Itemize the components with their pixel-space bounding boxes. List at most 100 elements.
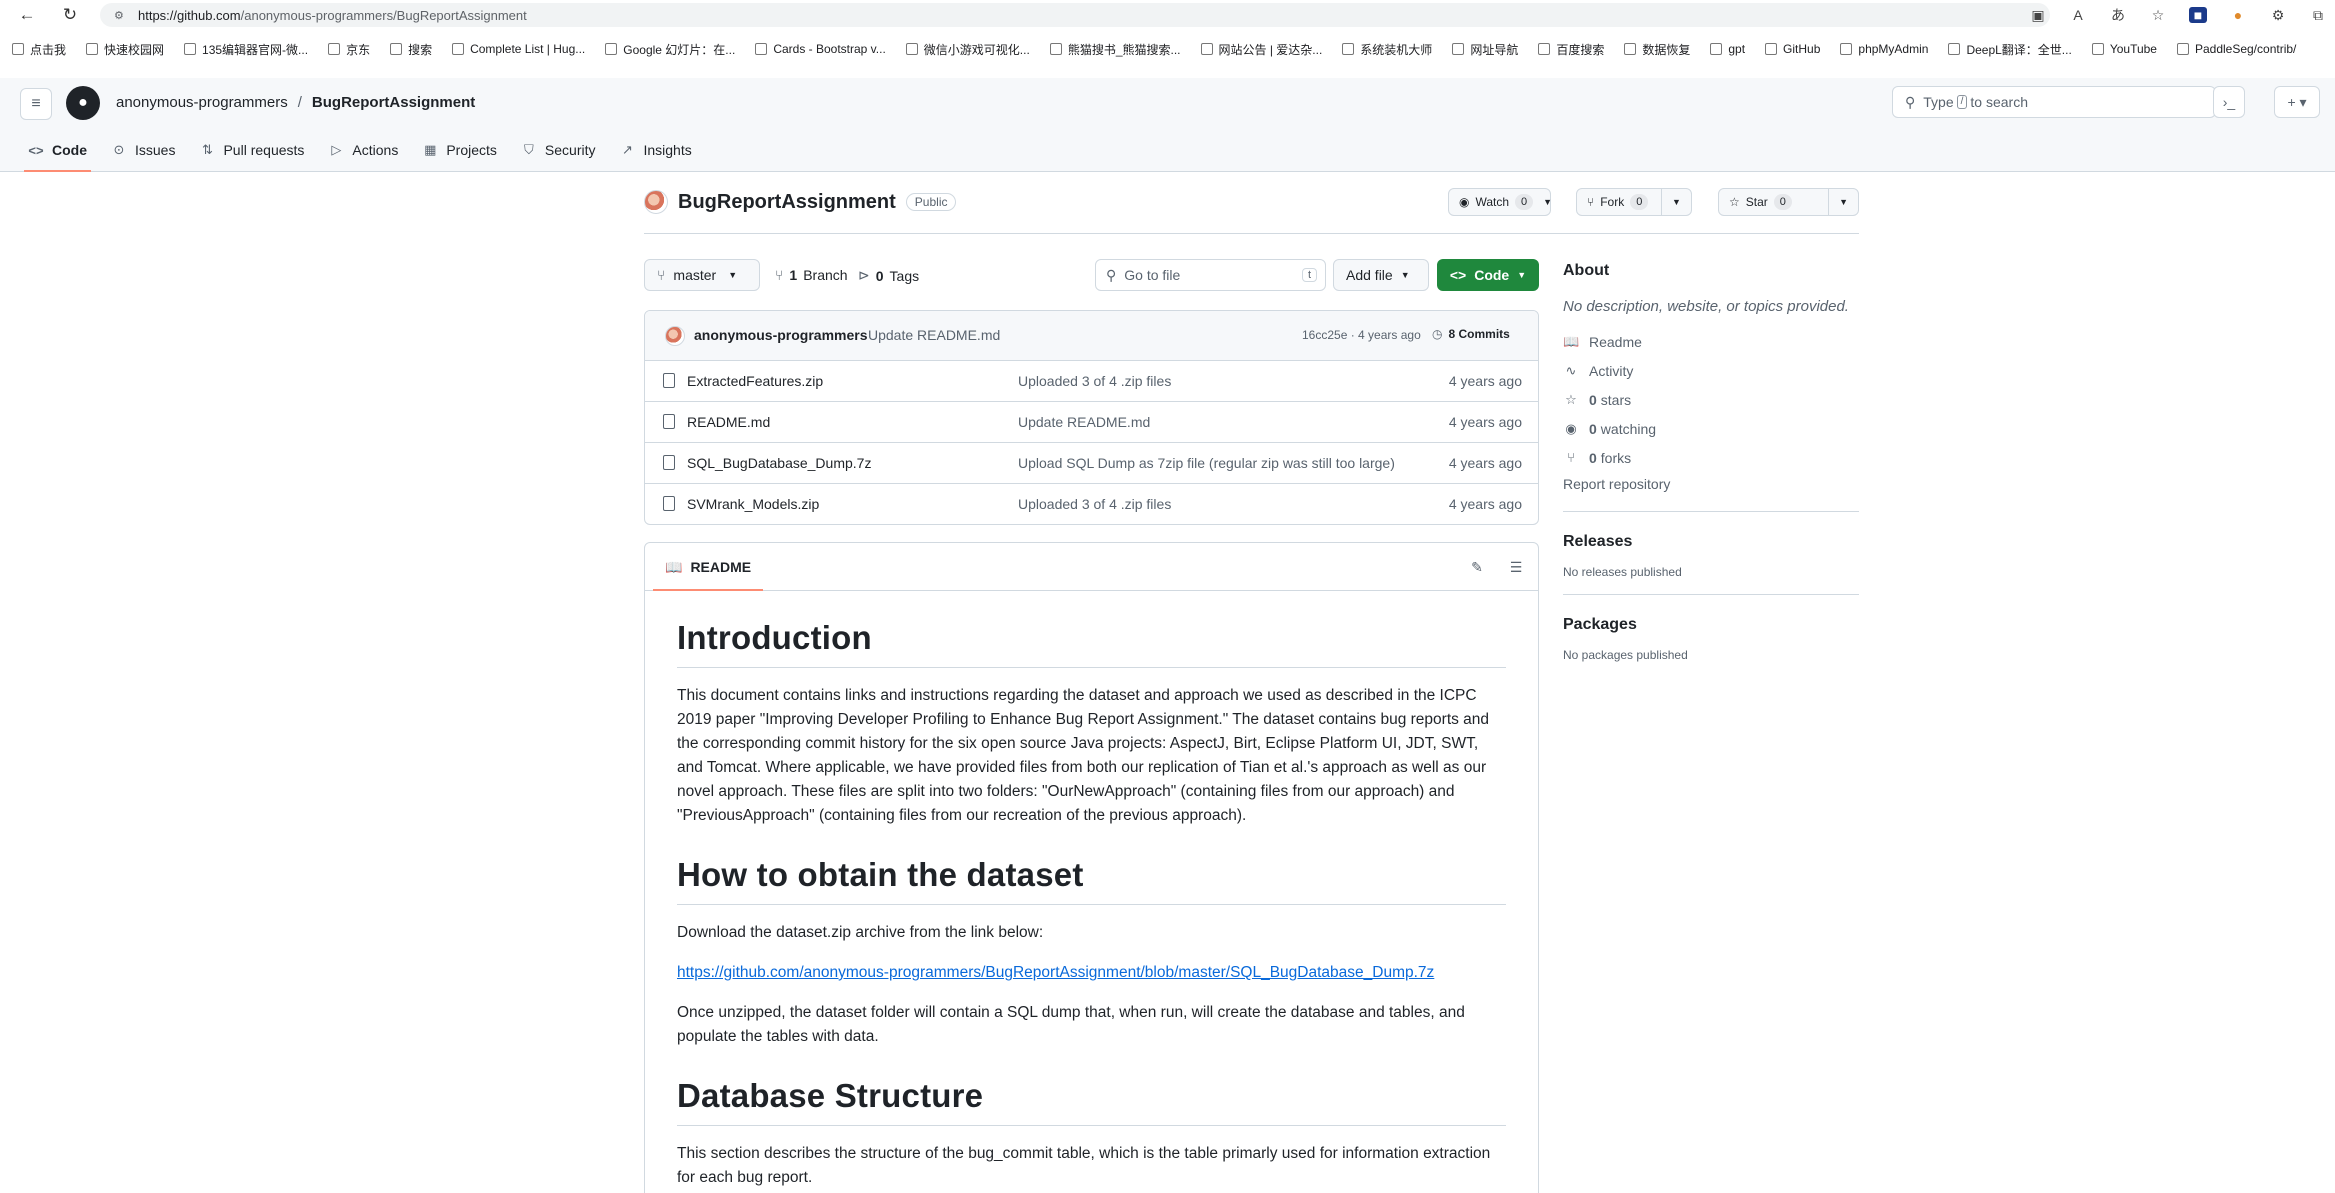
read-aloud-icon[interactable]: A: [2069, 7, 2087, 23]
bookmark-item[interactable]: YouTube: [2091, 42, 2157, 56]
pencil-icon[interactable]: ✎: [1467, 557, 1487, 577]
file-commit-message[interactable]: Uploaded 3 of 4 .zip files: [1018, 496, 1171, 512]
go-to-file-placeholder: Go to file: [1124, 267, 1181, 283]
bookmark-item[interactable]: 数据恢复: [1624, 41, 1690, 58]
bookmark-item[interactable]: Complete List | Hug...: [452, 42, 585, 56]
file-list: ExtractedFeatures.zip Uploaded 3 of 4 .zi…: [645, 361, 1538, 524]
address-bar[interactable]: ⚙ https://github.com/anonymous-programme…: [100, 3, 2050, 27]
bookmark-item[interactable]: Google 幻灯片：在...: [605, 41, 735, 58]
file-name-link[interactable]: SQL_BugDatabase_Dump.7z: [687, 455, 871, 471]
bookmark-item[interactable]: Cards - Bootstrap v...: [755, 42, 886, 56]
bookmark-icon: [1049, 43, 1062, 55]
repo-link[interactable]: BugReportAssignment: [312, 94, 475, 111]
bookmark-item[interactable]: GitHub: [1765, 42, 1820, 56]
split-screen-icon[interactable]: ⧉: [2309, 7, 2327, 24]
bookmark-item[interactable]: 系统装机大师: [1342, 41, 1432, 58]
create-new-button[interactable]: + ▾: [2274, 86, 2320, 118]
bookmark-item[interactable]: 搜索: [390, 41, 432, 58]
report-repository-link[interactable]: Report repository: [1563, 472, 1859, 496]
site-info-icon[interactable]: ⚙: [114, 9, 126, 22]
tags-link[interactable]: ⊳ 0 Tags: [858, 267, 919, 284]
file-name-link[interactable]: SVMrank_Models.zip: [687, 496, 819, 512]
bookmark-item[interactable]: 点击我: [12, 41, 66, 58]
chevron-down-icon[interactable]: ▼: [1543, 189, 1552, 215]
fork-count: 0: [1630, 194, 1649, 210]
add-file-label: Add file: [1346, 267, 1393, 283]
bookmark-label: 系统装机大师: [1360, 42, 1433, 57]
repo-name[interactable]: BugReportAssignment: [678, 191, 896, 214]
reload-icon[interactable]: ↻: [55, 2, 85, 28]
dataset-link[interactable]: https://github.com/anonymous-programmers…: [677, 964, 1434, 981]
code-button[interactable]: <> Code ▼: [1437, 259, 1539, 291]
bookmark-item[interactable]: 135编辑器官网-微...: [184, 41, 308, 58]
no-packages-text: No packages published: [1563, 648, 1688, 662]
packages-heading[interactable]: Packages: [1563, 616, 1859, 634]
file-name-link[interactable]: ExtractedFeatures.zip: [687, 373, 823, 389]
tab-security[interactable]: ⛉ Security: [509, 128, 608, 172]
star-button[interactable]: ☆ Star 0: [1719, 189, 1828, 215]
search-input[interactable]: ⚲ Type / to search: [1892, 86, 2216, 118]
back-icon[interactable]: ←: [12, 2, 42, 28]
menu-icon[interactable]: ≡: [20, 88, 52, 120]
outline-list-icon[interactable]: ☰: [1506, 557, 1526, 577]
github-logo-icon[interactable]: ●: [66, 86, 100, 120]
commit-author[interactable]: anonymous-programmers: [694, 327, 867, 343]
settings-gear-icon[interactable]: ⚙: [2269, 7, 2287, 24]
chevron-down-icon[interactable]: ▼: [1661, 189, 1691, 215]
tab-projects[interactable]: ▦ Projects: [410, 128, 509, 172]
bookmark-item[interactable]: DeepL翻译：全世...: [1948, 41, 2072, 58]
command-palette-button[interactable]: ›_: [2213, 86, 2245, 118]
tab-pull-requests[interactable]: ⇅ Pull requests: [187, 128, 316, 172]
translate-icon[interactable]: あ: [2109, 5, 2127, 25]
commits-link[interactable]: ◷ 8 Commits: [1432, 327, 1510, 341]
bookmark-item[interactable]: 熊猫搜书_熊猫搜索...: [1049, 41, 1181, 58]
tab-issues[interactable]: ⊙ Issues: [99, 128, 187, 172]
bookmark-item[interactable]: gpt: [1710, 42, 1745, 56]
star-icon: ☆: [1565, 391, 1577, 407]
bookmark-item[interactable]: 网址导航: [1452, 41, 1518, 58]
commit-meta[interactable]: 16cc25e · 4 years ago: [1302, 328, 1421, 342]
file-commit-message[interactable]: Uploaded 3 of 4 .zip files: [1018, 373, 1171, 389]
profile-icon[interactable]: ●: [2229, 7, 2247, 23]
bookmark-item[interactable]: 微信小游戏可视化...: [905, 41, 1030, 58]
no-releases-text: No releases published: [1563, 565, 1682, 579]
readme-tab[interactable]: 📖 README: [653, 543, 764, 591]
bookmark-item[interactable]: 网站公告 | 爱达杂...: [1200, 41, 1322, 58]
branches-link[interactable]: ⑂ 1 Branch: [775, 267, 848, 283]
file-commit-message[interactable]: Upload SQL Dump as 7zip file (regular zi…: [1018, 455, 1395, 471]
sidebar-item-stars[interactable]: ☆ 0 stars: [1563, 385, 1859, 414]
bookmark-item[interactable]: 快速校园网: [86, 41, 164, 58]
owner-link[interactable]: anonymous-programmers: [116, 94, 288, 111]
tab-actions[interactable]: ▷ Actions: [316, 128, 410, 172]
commit-author-avatar[interactable]: [665, 326, 685, 346]
sidebar-item-readme[interactable]: 📖 Readme: [1563, 327, 1859, 356]
book-icon: 📖: [665, 558, 683, 575]
watch-button[interactable]: ◉ Watch 0: [1449, 189, 1543, 215]
tab-insights[interactable]: ↗ Insights: [607, 128, 703, 172]
sidebar-item-activity[interactable]: ∿ Activity: [1563, 356, 1859, 385]
releases-heading[interactable]: Releases: [1563, 533, 1859, 551]
file-name-link[interactable]: README.md: [687, 414, 770, 430]
owner-avatar[interactable]: [644, 190, 668, 214]
commit-message[interactable]: Update README.md: [868, 327, 1000, 343]
tab-code[interactable]: <> Code: [16, 128, 99, 172]
bookmark-item[interactable]: phpMyAdmin: [1840, 42, 1928, 56]
sidebar-item-watching[interactable]: ◉ 0 watching: [1563, 414, 1859, 443]
chevron-down-icon: ▼: [728, 270, 738, 280]
browser-toolbar: ← ↻ ⚙ https://github.com/anonymous-progr…: [0, 0, 2335, 30]
sidebar-item-forks[interactable]: ⑂ 0 forks: [1563, 443, 1859, 472]
file-commit-message[interactable]: Update README.md: [1018, 414, 1150, 430]
add-file-button[interactable]: Add file ▼: [1333, 259, 1429, 291]
favorite-star-icon[interactable]: ☆: [2149, 7, 2167, 24]
branch-icon: ⑂: [657, 267, 666, 283]
go-to-file-input[interactable]: ⚲ Go to file t: [1095, 259, 1326, 291]
chevron-down-icon[interactable]: ▼: [1828, 189, 1858, 215]
apps-icon[interactable]: ▣: [2029, 7, 2047, 24]
fork-button[interactable]: ⑂ Fork 0: [1577, 189, 1661, 215]
bookmark-item[interactable]: PaddleSeg/contrib/: [2176, 42, 2296, 56]
bookmark-item[interactable]: 京东: [328, 41, 370, 58]
bookmark-label: Google 幻灯片：在...: [623, 42, 736, 57]
extension-icon[interactable]: ■: [2189, 7, 2207, 23]
branch-select[interactable]: ⑂ master ▼: [644, 259, 760, 291]
bookmark-item[interactable]: 百度搜索: [1538, 41, 1604, 58]
